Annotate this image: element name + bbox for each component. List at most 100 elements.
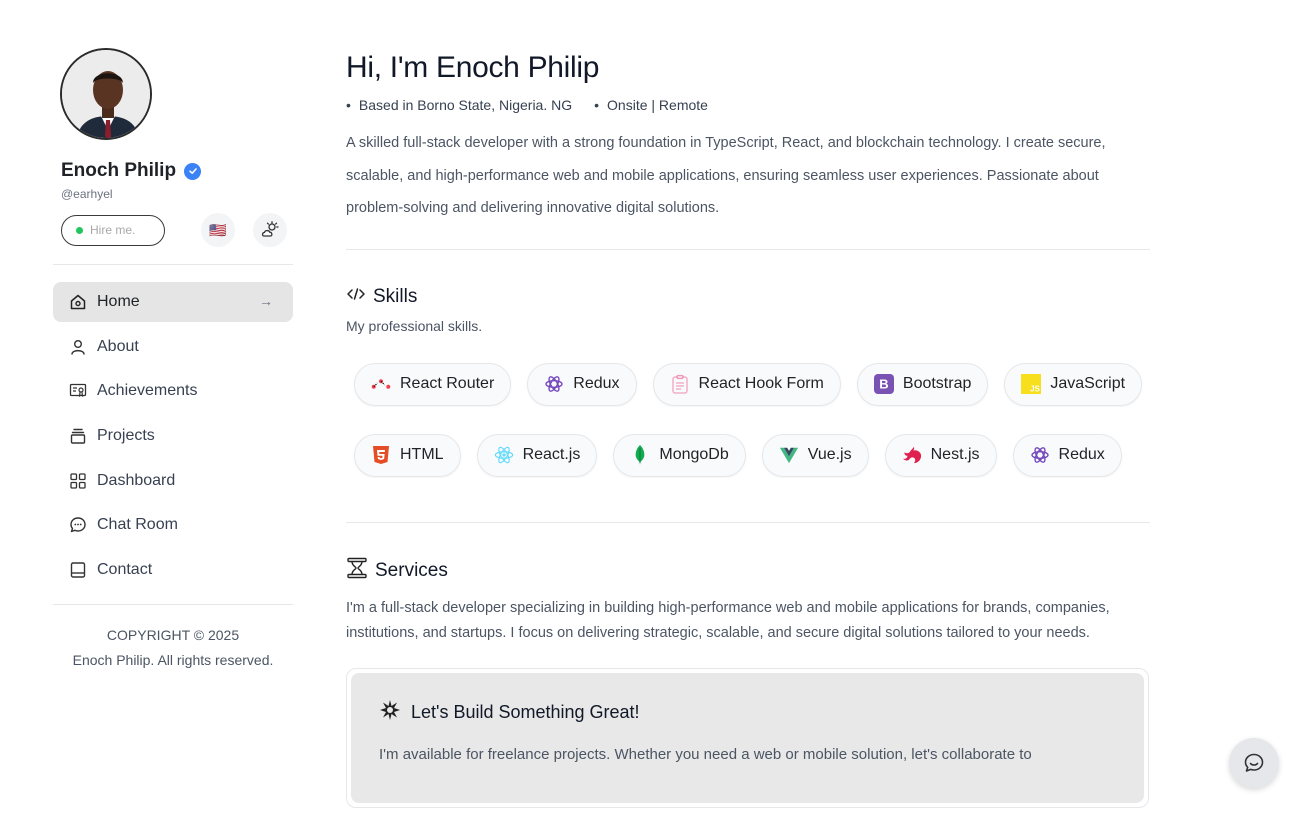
sun-cloud-icon xyxy=(261,221,279,237)
skill-label: Redux xyxy=(573,375,620,392)
bootstrap-icon: B xyxy=(873,374,894,394)
user-icon xyxy=(69,338,87,356)
cta-card: Let's Build Something Great! I'm availab… xyxy=(346,667,1149,808)
svg-text:B: B xyxy=(879,377,888,392)
copyright-owner: Enoch Philip. All rights reserved. xyxy=(72,652,274,669)
skill-label: Redux xyxy=(1058,446,1105,463)
nav-label: Contact xyxy=(97,561,153,579)
copyright-year: COPYRIGHT © 2025 xyxy=(106,627,240,644)
skill-chip-javascript[interactable]: JS JavaScript xyxy=(1004,362,1143,406)
sidebar: Enoch Philip @earhyel Hire me. 🇺🇸 Home →… xyxy=(53,48,293,673)
skill-label: React.js xyxy=(522,446,581,463)
skill-chip-react-router[interactable]: React Router xyxy=(354,362,512,406)
nav-label: About xyxy=(97,337,139,355)
skill-label: Vue.js xyxy=(807,446,852,463)
nav-item-contact[interactable]: Contact xyxy=(53,550,293,590)
nav-label: Projects xyxy=(97,427,155,445)
page-title: Hi, I'm Enoch Philip xyxy=(346,51,600,84)
sidebar-divider xyxy=(53,264,293,265)
cta-heading: Let's Build Something Great! xyxy=(379,699,1116,726)
bio-text: A skilled full-stack developer with a st… xyxy=(346,135,1106,216)
skill-chip-nestjs[interactable]: Nest.js xyxy=(884,433,997,477)
nestjs-icon xyxy=(902,445,922,465)
redux-icon xyxy=(544,374,564,394)
skill-label: MongoDb xyxy=(659,446,729,463)
chat-bubble-icon xyxy=(1244,753,1264,772)
projects-icon xyxy=(69,427,87,445)
cta-card-inner: Let's Build Something Great! I'm availab… xyxy=(351,672,1144,803)
section-divider xyxy=(346,521,1150,523)
sidebar-divider xyxy=(53,604,293,606)
main-content: Hi, I'm Enoch Philip Based in Borno Stat… xyxy=(346,48,1150,808)
react-hook-form-icon xyxy=(670,374,690,394)
skill-chip-html[interactable]: HTML xyxy=(354,433,461,477)
skills-row: HTML React.js MongoDb Vue.js Nest.js Red… xyxy=(346,433,1150,478)
sidebar-nav: Home → About Achievements Projects Dashb… xyxy=(53,282,293,590)
code-icon xyxy=(346,286,366,308)
nav-label: Dashboard xyxy=(97,471,176,489)
status-dot-icon xyxy=(76,226,83,234)
chat-icon xyxy=(69,516,87,534)
skills-title: Skills xyxy=(373,285,418,307)
nav-item-about[interactable]: About xyxy=(53,327,293,367)
skill-label: Bootstrap xyxy=(902,375,972,392)
skill-label: React Router xyxy=(400,375,495,392)
nav-label: Achievements xyxy=(97,382,198,400)
vue-icon xyxy=(779,445,799,465)
profile-actions: Hire me. 🇺🇸 xyxy=(61,213,293,247)
arrow-right-icon: → xyxy=(259,293,273,309)
verified-badge-icon xyxy=(184,162,202,180)
skill-chip-mongodb[interactable]: MongoDb xyxy=(613,433,746,477)
achievements-icon xyxy=(69,382,87,400)
avatar[interactable] xyxy=(60,48,152,140)
skill-chip-redux[interactable]: Redux xyxy=(1012,433,1122,477)
nav-item-projects[interactable]: Projects xyxy=(53,416,293,456)
skill-chip-bootstrap[interactable]: B Bootstrap xyxy=(856,362,989,406)
services-title: Services xyxy=(375,559,448,581)
svg-text:JS: JS xyxy=(1030,385,1040,394)
services-heading: Services xyxy=(346,557,1150,585)
location-text: Based in Borno State, Nigeria. NG xyxy=(346,97,572,113)
us-flag-icon: 🇺🇸 xyxy=(209,221,227,238)
react-icon xyxy=(494,445,514,465)
work-mode-text: Onsite | Remote xyxy=(594,97,708,113)
copyright: COPYRIGHT © 2025 Enoch Philip. All right… xyxy=(53,623,293,673)
avatar-image xyxy=(62,50,150,138)
nav-label: Home xyxy=(97,293,140,310)
profile-name-row: Enoch Philip xyxy=(61,160,293,182)
theme-toggle-button[interactable] xyxy=(253,213,287,247)
profile-handle: @earhyel xyxy=(61,187,113,201)
cta-text: I'm available for freelance projects. Wh… xyxy=(379,745,1032,763)
nav-label: Chat Room xyxy=(97,516,178,534)
hourglass-icon xyxy=(346,557,368,585)
skill-label: HTML xyxy=(400,446,444,463)
skills-subtitle: My professional skills. xyxy=(346,317,483,334)
skill-label: JavaScript xyxy=(1050,375,1126,392)
contact-icon xyxy=(69,561,87,579)
hire-me-button[interactable]: Hire me. xyxy=(61,214,165,246)
floating-chat-button[interactable] xyxy=(1229,738,1279,788)
home-icon xyxy=(69,293,87,311)
react-router-icon xyxy=(371,374,391,394)
skill-label: React Hook Form xyxy=(698,375,824,392)
language-flag-button[interactable]: 🇺🇸 xyxy=(201,213,235,247)
nav-item-dashboard[interactable]: Dashboard xyxy=(53,461,293,501)
cta-title: Let's Build Something Great! xyxy=(411,701,640,722)
nav-item-achievements[interactable]: Achievements xyxy=(53,371,293,411)
services-description: I'm a full-stack developer specializing … xyxy=(346,599,1110,641)
mongodb-icon xyxy=(630,445,650,465)
profile-name: Enoch Philip xyxy=(61,160,177,181)
redux-icon xyxy=(1030,445,1050,465)
profile-meta: Based in Borno State, Nigeria. NG Onsite… xyxy=(346,97,1150,113)
skill-label: Nest.js xyxy=(930,446,980,463)
section-divider xyxy=(346,248,1150,250)
skills-heading: Skills xyxy=(346,286,1150,308)
nav-item-chat-room[interactable]: Chat Room xyxy=(53,505,293,545)
skill-chip-react[interactable]: React.js xyxy=(476,433,598,477)
skill-chip-react-hook-form[interactable]: React Hook Form xyxy=(652,362,841,406)
nav-item-home[interactable]: Home → xyxy=(53,282,293,322)
skill-chip-vue[interactable]: Vue.js xyxy=(761,433,869,477)
javascript-icon: JS xyxy=(1021,374,1042,394)
dashboard-icon xyxy=(69,472,87,490)
skill-chip-redux[interactable]: Redux xyxy=(527,362,637,406)
